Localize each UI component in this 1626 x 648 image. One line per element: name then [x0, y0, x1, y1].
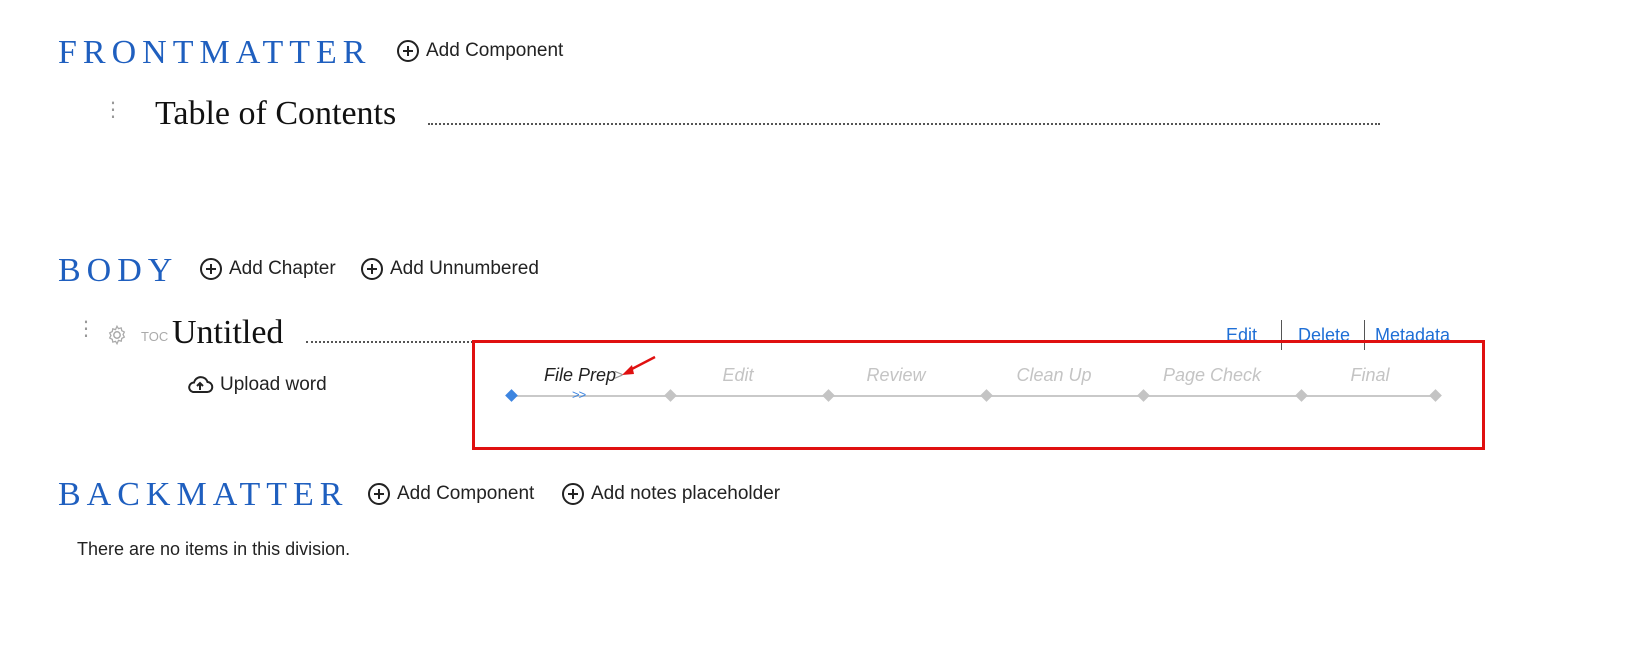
add-unnumbered-label: Add Unnumbered: [390, 258, 539, 279]
dotted-leader: [428, 123, 1380, 125]
add-component-button[interactable]: Add Component: [367, 482, 534, 506]
chapter-title[interactable]: Untitled: [172, 316, 283, 350]
add-notes-placeholder-button[interactable]: Add notes placeholder: [561, 482, 780, 506]
red-arrow-icon: [618, 354, 658, 378]
stage-label-file-prep[interactable]: File Prep: [544, 365, 616, 386]
backmatter-heading: BACKMATTER: [58, 476, 349, 513]
upload-word-button[interactable]: Upload word: [186, 373, 327, 397]
stage-label-final[interactable]: Final: [1350, 365, 1389, 386]
frontmatter-heading: FRONTMATTER: [58, 34, 372, 71]
add-unnumbered-button[interactable]: Add Unnumbered: [360, 257, 539, 281]
plus-circle-icon: [361, 258, 383, 280]
drag-handle-icon[interactable]: ⋮: [76, 319, 96, 339]
plus-circle-icon: [397, 40, 419, 62]
progress-arrows-icon: >>: [572, 387, 586, 402]
add-chapter-button[interactable]: Add Chapter: [199, 257, 336, 281]
toc-item-title[interactable]: Table of Contents: [155, 97, 396, 131]
cloud-upload-icon: [188, 376, 214, 393]
add-component-button[interactable]: Add Component: [396, 39, 563, 63]
stage-label-page-check[interactable]: Page Check: [1163, 365, 1261, 386]
plus-circle-icon: [562, 483, 584, 505]
drag-handle-icon[interactable]: ⋮: [103, 100, 123, 120]
add-notes-label: Add notes placeholder: [591, 483, 781, 504]
add-component-label: Add Component: [397, 483, 535, 504]
upload-word-label: Upload word: [220, 374, 327, 395]
stage-label-review[interactable]: Review: [866, 365, 925, 386]
empty-division-message: There are no items in this division.: [77, 539, 351, 559]
add-chapter-label: Add Chapter: [229, 258, 336, 279]
plus-circle-icon: [368, 483, 390, 505]
add-component-label: Add Component: [426, 40, 564, 61]
plus-circle-icon: [200, 258, 222, 280]
body-heading: BODY: [58, 252, 179, 289]
stage-label-edit[interactable]: Edit: [722, 365, 753, 386]
gear-icon[interactable]: [106, 324, 128, 346]
stage-label-clean-up[interactable]: Clean Up: [1016, 365, 1091, 386]
toc-toggle[interactable]: TOC: [141, 329, 168, 344]
